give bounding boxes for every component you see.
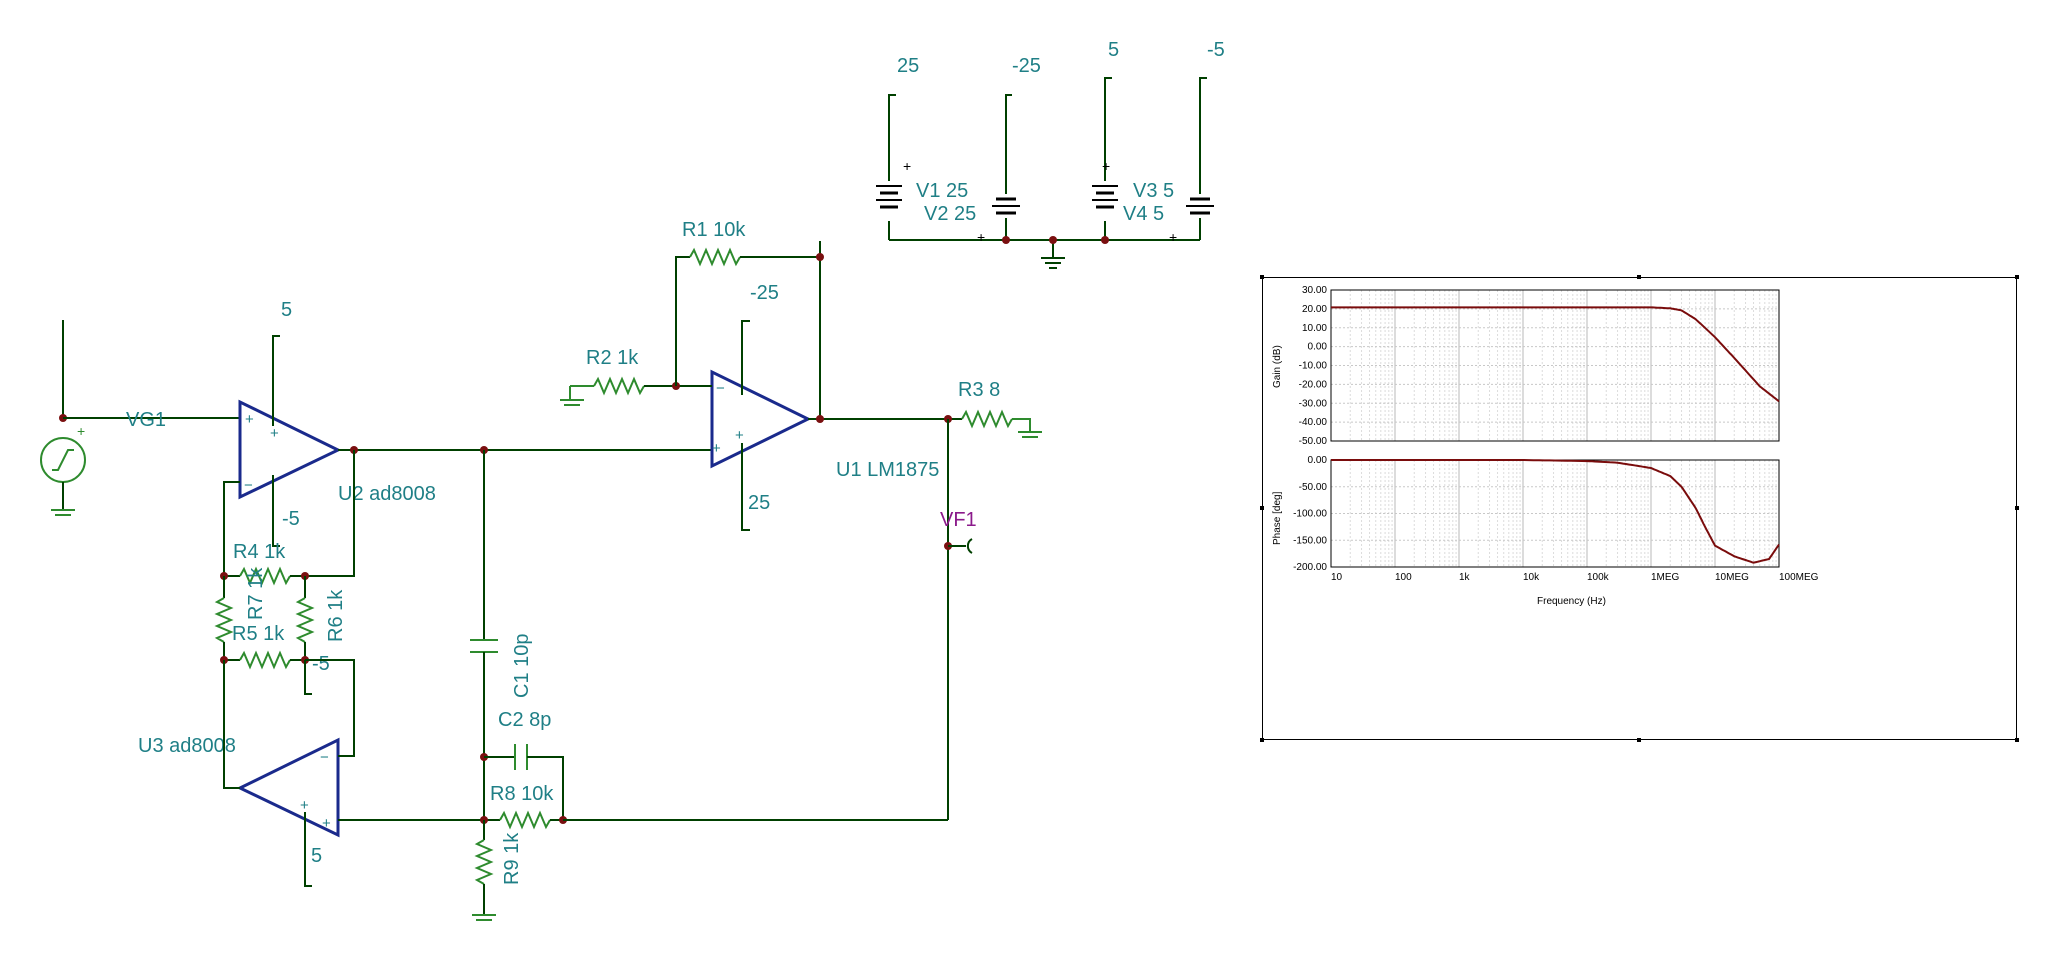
freq-tick-label: 1k bbox=[1459, 572, 1471, 583]
u3-top-rail: -5 bbox=[312, 653, 330, 675]
freq-tick-label: 10MEG bbox=[1715, 572, 1749, 583]
battery-v4[interactable]: + bbox=[1169, 194, 1214, 245]
svg-text:+: + bbox=[977, 229, 985, 245]
svg-text:+: + bbox=[735, 427, 744, 444]
r9-label: R9 1k bbox=[501, 832, 523, 885]
v3-label: V3 5 bbox=[1133, 180, 1174, 202]
resistor-r3[interactable] bbox=[961, 409, 1042, 438]
u2-bottom-rail: -5 bbox=[282, 508, 300, 530]
gain-tick-label: -30.00 bbox=[1299, 398, 1328, 409]
capacitor-c2[interactable] bbox=[484, 744, 564, 820]
opamp-u1[interactable]: − + + bbox=[710, 369, 812, 469]
r8-label: R8 10k bbox=[490, 783, 554, 805]
c1-label: C1 10p bbox=[511, 634, 533, 699]
u2-label: U2 ad8008 bbox=[338, 483, 436, 505]
v1-node-label: 25 bbox=[897, 55, 919, 77]
u1-bottom-rail: 25 bbox=[748, 492, 770, 514]
phase-trace bbox=[1331, 459, 1780, 564]
v1-label: V1 25 bbox=[916, 180, 968, 202]
freq-tick-label: 100 bbox=[1395, 572, 1412, 583]
c2-label: C2 8p bbox=[498, 709, 551, 731]
gain-tick-label: 20.00 bbox=[1302, 304, 1327, 315]
v4-label: V4 5 bbox=[1123, 203, 1164, 225]
gain-tick-label: -20.00 bbox=[1299, 379, 1328, 390]
gain-tick-label: 10.00 bbox=[1302, 323, 1327, 334]
resistor-r2[interactable] bbox=[560, 376, 712, 406]
vg1-label: VG1 bbox=[126, 409, 166, 431]
u3-label: U3 ad8008 bbox=[138, 735, 236, 757]
phase-grid bbox=[1330, 459, 1779, 568]
r6-label: R6 1k bbox=[325, 589, 347, 642]
bode-plot: 30.00 20.00 10.00 0.00 -10.00 -20.00 -30.00 -40… bbox=[1272, 285, 1819, 607]
svg-text:+: + bbox=[270, 425, 279, 442]
battery-v1[interactable]: + bbox=[876, 158, 911, 221]
svg-text:+: + bbox=[712, 440, 721, 457]
r7-label: R7 1k bbox=[245, 567, 267, 620]
gain-tick-label: -40.00 bbox=[1299, 417, 1328, 428]
supply-bank: 25 -25 5 -5 + V1 25 V2 25 + + V3 5 V4 5 … bbox=[876, 39, 1225, 269]
svg-text:+: + bbox=[245, 411, 254, 428]
v3-node-label: 5 bbox=[1108, 39, 1119, 61]
u1-label: U1 LM1875 bbox=[836, 459, 939, 481]
phase-tick-label: -200.00 bbox=[1293, 562, 1327, 573]
v2-label: V2 25 bbox=[924, 203, 976, 225]
resistor-r1[interactable] bbox=[675, 241, 821, 419]
freq-tick-label: 100k bbox=[1587, 572, 1610, 583]
freq-tick-label: 10k bbox=[1523, 572, 1540, 583]
battery-v2[interactable]: + bbox=[977, 194, 1020, 245]
phase-tick-label: -50.00 bbox=[1299, 482, 1328, 493]
v2-node-label: -25 bbox=[1012, 55, 1041, 77]
svg-text:+: + bbox=[1169, 229, 1177, 245]
probe-vf1[interactable] bbox=[948, 538, 973, 554]
r4-label: R4 1k bbox=[233, 541, 286, 563]
r1-label: R1 10k bbox=[682, 219, 746, 241]
u3-bottom-rail: 5 bbox=[311, 845, 322, 867]
svg-text:−: − bbox=[716, 380, 725, 397]
resistor-r5[interactable] bbox=[224, 650, 305, 670]
phase-axis-title: Phase [deg] bbox=[1272, 491, 1283, 545]
r2-label: R2 1k bbox=[586, 347, 639, 369]
vf1-label: VF1 bbox=[940, 509, 977, 531]
gain-axis-title: Gain (dB) bbox=[1272, 345, 1283, 388]
phase-tick-labels: 0.00 -50.00 -100.00 -150.00 -200.00 bbox=[1293, 455, 1327, 573]
circuit-schematic: 25 -25 5 -5 + V1 25 V2 25 + + V3 5 V4 5 … bbox=[40, 39, 1225, 921]
x-axis-title: Frequency (Hz) bbox=[1537, 596, 1606, 607]
gain-tick-label: 30.00 bbox=[1302, 285, 1327, 296]
u2-top-rail: 5 bbox=[281, 299, 292, 321]
resistor-r7[interactable] bbox=[214, 576, 234, 660]
phase-tick-label: -100.00 bbox=[1293, 509, 1327, 520]
freq-tick-labels: 10 100 1k 10k 100k 1MEG 10MEG 100MEG bbox=[1331, 572, 1819, 583]
freq-tick-label: 100MEG bbox=[1779, 572, 1819, 583]
opamp-u2[interactable]: + + − bbox=[238, 399, 342, 500]
svg-text:+: + bbox=[77, 423, 85, 439]
svg-text:+: + bbox=[903, 158, 911, 174]
capacitor-c1[interactable] bbox=[470, 450, 498, 820]
gain-tick-label: -50.00 bbox=[1299, 436, 1328, 447]
freq-tick-label: 1MEG bbox=[1651, 572, 1680, 583]
phase-tick-label: 0.00 bbox=[1308, 455, 1328, 466]
r5-label: R5 1k bbox=[232, 623, 285, 645]
svg-text:+: + bbox=[322, 815, 331, 832]
resistor-r6[interactable] bbox=[295, 576, 315, 660]
u1-top-rail: -25 bbox=[750, 282, 779, 304]
gain-tick-label: -10.00 bbox=[1299, 361, 1328, 372]
svg-text:+: + bbox=[300, 797, 309, 814]
resistor-r8[interactable] bbox=[484, 810, 563, 830]
bode-plot-window[interactable]: 30.00 20.00 10.00 0.00 -10.00 -20.00 -30.00 -40… bbox=[1260, 275, 2019, 742]
gain-tick-labels: 30.00 20.00 10.00 0.00 -10.00 -20.00 -30.00 -40… bbox=[1299, 285, 1328, 447]
svg-text:+: + bbox=[1102, 158, 1110, 174]
v4-node-label: -5 bbox=[1207, 39, 1225, 61]
r3-label: R3 8 bbox=[958, 379, 1000, 401]
svg-text:−: − bbox=[244, 477, 253, 494]
phase-tick-label: -150.00 bbox=[1293, 535, 1327, 546]
resistor-r9[interactable] bbox=[472, 820, 496, 921]
gain-grid bbox=[1330, 289, 1779, 442]
opamp-u3[interactable]: − + + bbox=[236, 737, 340, 838]
battery-v3[interactable]: + bbox=[1092, 158, 1118, 221]
gain-tick-label: 0.00 bbox=[1308, 342, 1328, 353]
freq-tick-label: 10 bbox=[1331, 572, 1343, 583]
svg-text:−: − bbox=[320, 749, 329, 766]
